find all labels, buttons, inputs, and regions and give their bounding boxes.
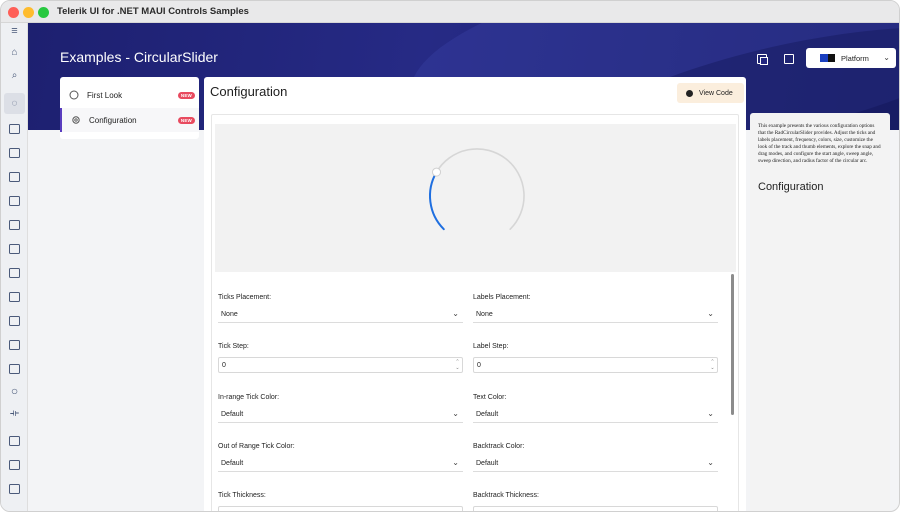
copy-icon[interactable] [757, 54, 768, 65]
select-value: Default [221, 460, 244, 467]
card-nav-icon[interactable] [9, 148, 20, 158]
document-edit-icon[interactable] [784, 54, 794, 64]
description-panel: This example presents the various config… [750, 113, 890, 511]
platform-selector[interactable]: Platform ⌄ [806, 48, 896, 68]
slider-backtrack [435, 148, 525, 230]
minimize-window-button[interactable] [23, 7, 34, 18]
controls-sidebar: ≡ ⌂ ⌕ ◌ ○ ⟛ [1, 23, 28, 511]
gauge-nav-icon[interactable]: ○ [1, 384, 28, 398]
tick-thickness-input[interactable] [218, 506, 463, 511]
select-value: None [476, 311, 493, 318]
calendar-nav-icon[interactable] [9, 124, 20, 134]
ticks-placement-select[interactable]: None ⌄ [218, 307, 463, 323]
in-range-tick-color-select[interactable]: Default ⌄ [218, 407, 463, 423]
chevron-down-icon: ⌄ [883, 53, 890, 62]
slider-range-track [429, 171, 445, 231]
backtrack-thickness-input[interactable] [473, 506, 718, 511]
example-item-label: Configuration [89, 115, 137, 125]
form-nav-icon[interactable] [9, 460, 20, 470]
gear-icon [72, 116, 80, 124]
chevron-down-icon: ⌄ [452, 309, 459, 318]
search-icon[interactable]: ⌕ [1, 70, 28, 81]
select-value: Default [476, 460, 499, 467]
number-value: 0 [222, 361, 226, 369]
number-value: 0 [477, 361, 481, 369]
select-value: Default [221, 411, 244, 418]
label-step-input[interactable]: 0 ⌃ ⌄ [473, 357, 718, 373]
zoom-window-button[interactable] [38, 7, 49, 18]
example-item-label: First Look [87, 90, 123, 100]
panel-nav-icon[interactable] [9, 316, 20, 326]
window-title: Telerik UI for .NET MAUI Controls Sample… [57, 6, 249, 17]
slider-nav-icon[interactable]: ⟛ [1, 408, 28, 419]
examples-list: First Look NEW Configuration NEW [60, 77, 199, 139]
backtrack-color-select[interactable]: Default ⌄ [473, 456, 718, 472]
circular-slider[interactable] [215, 124, 736, 272]
vertical-scrollbar[interactable] [731, 274, 734, 415]
out-of-range-tick-color-select[interactable]: Default ⌄ [218, 456, 463, 472]
input-nav-icon[interactable] [9, 220, 20, 230]
platform-swatch-icon [820, 54, 835, 62]
backtrack-thickness-label: Backtrack Thickness: [473, 492, 540, 499]
view-code-label: View Code [699, 89, 733, 97]
layout-nav-icon[interactable] [9, 244, 20, 254]
example-title: Configuration [210, 84, 288, 99]
text-color-select[interactable]: Default ⌄ [473, 407, 718, 423]
chevron-down-icon: ⌄ [452, 458, 459, 467]
labels-placement-label: Labels Placement: [473, 294, 531, 301]
app-window: Telerik UI for .NET MAUI Controls Sample… [0, 0, 900, 512]
chevron-down-icon: ⌄ [707, 458, 714, 467]
tick-thickness-label: Tick Thickness: [218, 492, 266, 499]
ticks-placement-label: Ticks Placement: [218, 294, 272, 301]
page-title: Examples - CircularSlider [60, 49, 218, 65]
text-color-label: Text Color: [473, 394, 507, 401]
select-value: Default [476, 411, 499, 418]
in-range-tick-color-label: In-range Tick Color: [218, 394, 280, 401]
dataform-nav-icon[interactable] [9, 268, 20, 278]
description-text: This example presents the various config… [758, 123, 881, 164]
new-badge: NEW [177, 116, 195, 124]
close-window-button[interactable] [8, 7, 19, 18]
backtrack-color-label: Backtrack Color: [473, 443, 525, 450]
chart-nav-icon[interactable] [9, 172, 20, 182]
scheduler-nav-icon[interactable] [9, 484, 20, 494]
title-bar: Telerik UI for .NET MAUI Controls Sample… [1, 1, 899, 23]
label-step-label: Label Step: [473, 343, 509, 350]
home-icon[interactable]: ⌂ [1, 47, 28, 58]
button-nav-icon[interactable] [9, 340, 20, 350]
slider-thumb [432, 167, 441, 177]
hamburger-menu-icon[interactable]: ≡ [1, 25, 28, 37]
circular-slider-nav-icon[interactable]: ◌ [1, 98, 28, 109]
edit-nav-icon[interactable] [9, 436, 20, 446]
platform-label: Platform [841, 53, 869, 63]
example-item-configuration[interactable]: Configuration NEW [60, 108, 199, 132]
stepper-arrows-icon[interactable]: ⌃ ⌄ [710, 359, 715, 371]
chevron-down-icon: ⌄ [452, 409, 459, 418]
slider-preview-area [215, 124, 736, 272]
github-icon [686, 89, 693, 97]
example-item-first-look[interactable]: First Look NEW [60, 83, 199, 107]
tick-step-input[interactable]: 0 ⌃ ⌄ [218, 357, 463, 373]
circular-slider-icon [69, 90, 79, 100]
list-nav-icon[interactable] [9, 292, 20, 302]
chevron-down-icon: ⌄ [707, 309, 714, 318]
tick-step-label: Tick Step: [218, 343, 249, 350]
select-value: None [221, 311, 238, 318]
table-nav-icon[interactable] [9, 364, 20, 374]
new-badge: NEW [177, 91, 195, 99]
grid-nav-icon[interactable] [9, 196, 20, 206]
description-heading: Configuration [758, 181, 824, 193]
stepper-arrows-icon[interactable]: ⌃ ⌄ [455, 359, 460, 371]
labels-placement-select[interactable]: None ⌄ [473, 307, 718, 323]
view-code-button[interactable]: View Code [677, 83, 744, 103]
chevron-down-icon: ⌄ [707, 409, 714, 418]
out-of-range-tick-color-label: Out of Range Tick Color: [218, 443, 295, 450]
